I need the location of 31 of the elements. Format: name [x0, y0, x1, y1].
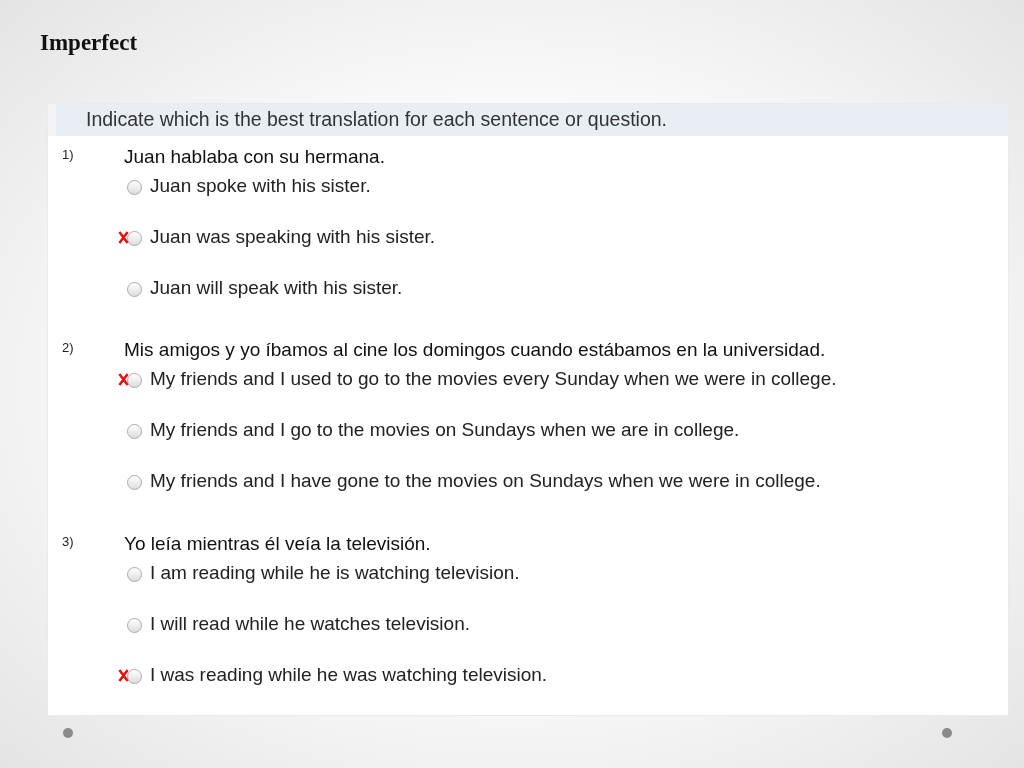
answer-option: Juan will speak with his sister.	[150, 277, 403, 299]
radio-button[interactable]	[127, 282, 142, 297]
radio-button[interactable]	[127, 180, 142, 195]
question-number: 2)	[62, 339, 75, 355]
answer-option: Juan spoke with his sister.	[150, 175, 371, 197]
radio-button[interactable]	[127, 231, 142, 246]
instruction-text: Indicate which is the best translation for each sentence or question.	[48, 104, 1008, 136]
cross-mark-icon	[118, 666, 129, 685]
radio-button[interactable]	[127, 618, 142, 633]
answer-option: My friends and I used to go to the movies every Sunday when we were in college.	[150, 368, 837, 390]
radio-button[interactable]	[127, 567, 142, 582]
answer-option: Juan was speaking with his sister.	[150, 226, 436, 248]
radio-button[interactable]	[127, 475, 142, 490]
radio-button[interactable]	[127, 373, 142, 388]
answer-option: My friends and I go to the movies on Sundays when we are in college.	[150, 419, 740, 441]
answer-option: My friends and I have gone to the movies on Sundays when we were in college.	[150, 470, 821, 492]
answer-option: I was reading while he was watching television.	[150, 664, 548, 686]
question-number: 1)	[62, 146, 75, 162]
radio-button[interactable]	[127, 669, 142, 684]
slide-dot	[942, 728, 952, 738]
slide-title: Imperfect	[40, 30, 139, 57]
question-text: Mis amigos y yo íbamos al cine los domingos cuando estábamos en la universidad.	[124, 338, 827, 362]
question-number: 3)	[62, 533, 75, 549]
question-text: Yo leía mientras él veía la televisión.	[124, 532, 432, 556]
cross-mark-icon	[118, 228, 129, 247]
answer-option: I am reading while he is watching television.	[150, 562, 520, 584]
radio-button[interactable]	[127, 424, 142, 439]
cross-mark-icon	[118, 370, 129, 389]
question-text: Juan hablaba con su hermana.	[124, 145, 386, 169]
answer-option: I will read while he watches television.	[150, 613, 470, 635]
slide-dot	[63, 728, 73, 738]
